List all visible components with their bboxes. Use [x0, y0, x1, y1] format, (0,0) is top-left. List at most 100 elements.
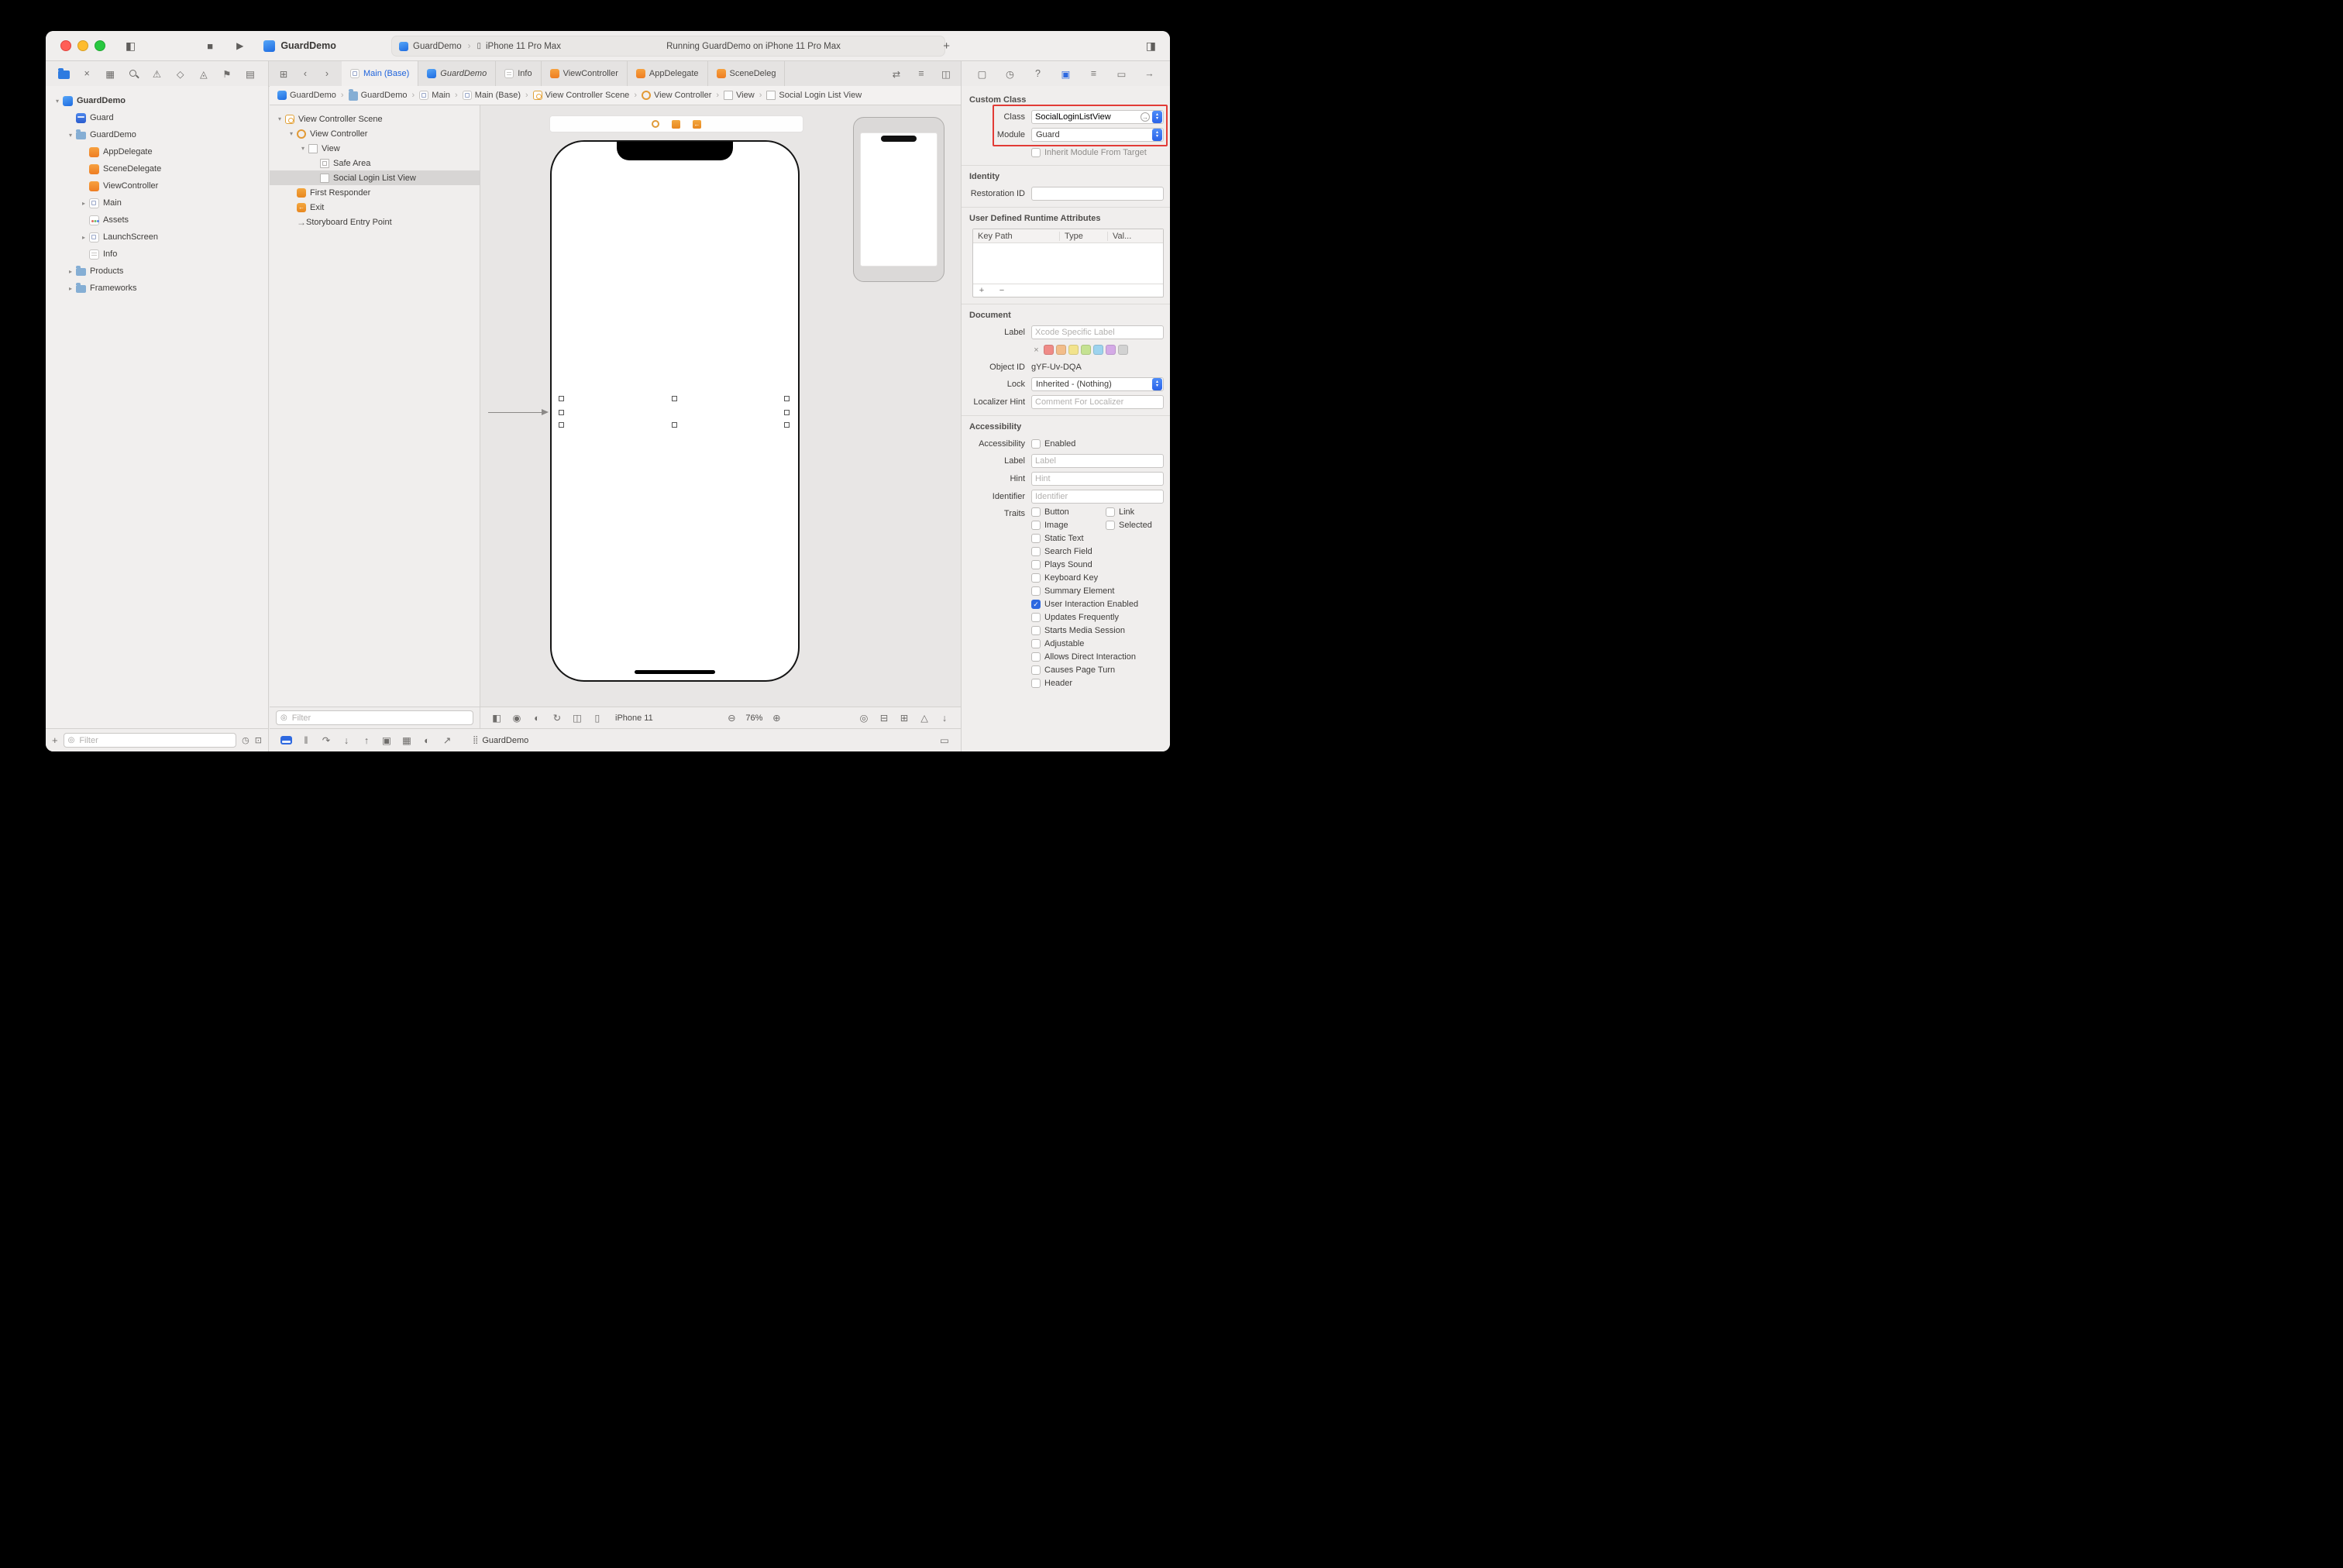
- add-constraints-button[interactable]: △: [916, 710, 933, 726]
- zoom-out-button[interactable]: ⊖: [723, 710, 740, 726]
- tab-guarddemo[interactable]: GuardDemo: [418, 61, 497, 86]
- outline-item-view-controller-scene[interactable]: ▾ View Controller Scene: [270, 112, 480, 126]
- appearance-toggle-button[interactable]: ◐: [528, 710, 545, 726]
- accessibility-identifier-input[interactable]: [1031, 490, 1164, 504]
- trait-link[interactable]: Link: [1106, 507, 1170, 517]
- outline-filter-input[interactable]: [290, 712, 469, 724]
- accessibility-label-input[interactable]: [1031, 454, 1164, 468]
- scheme-name[interactable]: GuardDemo: [413, 42, 462, 51]
- minimize-window-button[interactable]: [77, 40, 88, 51]
- iphone-canvas[interactable]: [550, 140, 800, 682]
- navigator-item-guarddemo[interactable]: ▾ GuardDemo: [46, 126, 268, 143]
- add-attribute-button[interactable]: +: [976, 286, 987, 295]
- show-debug-area-button[interactable]: ▭: [936, 733, 953, 748]
- selection-handle[interactable]: [672, 396, 677, 401]
- scheme-selector[interactable]: GuardDemo › ▯ iPhone 11 Pro Max Running …: [391, 36, 945, 57]
- trait-summary-element[interactable]: Summary Element: [1031, 586, 1114, 596]
- class-dropdown-icon[interactable]: ▴ ▾: [1152, 111, 1162, 123]
- quick-help-inspector-button[interactable]: ?: [1030, 66, 1047, 81]
- selection-handle[interactable]: [559, 396, 564, 401]
- trait-user-interaction-enabled[interactable]: User Interaction Enabled: [1031, 600, 1138, 609]
- label-color-swatch[interactable]: [1044, 345, 1054, 355]
- accessibility-preview-button[interactable]: ◉: [508, 710, 525, 726]
- first-responder-dock-icon[interactable]: [672, 119, 680, 129]
- debug-area-toggle-button[interactable]: [277, 733, 294, 748]
- zoom-window-button[interactable]: [95, 40, 105, 51]
- editor-options-button[interactable]: ≡: [913, 66, 930, 81]
- step-out-button[interactable]: ↑: [358, 733, 375, 748]
- disclosure-icon[interactable]: ▸: [78, 234, 89, 241]
- disclosure-icon[interactable]: ▾: [298, 145, 308, 152]
- trait-checkbox[interactable]: [1031, 560, 1041, 569]
- run-button[interactable]: ▶: [236, 40, 243, 51]
- navigator-item-assets[interactable]: Assets: [46, 211, 268, 229]
- report-navigator-button[interactable]: ▤: [242, 66, 259, 81]
- breadcrumb-item-guarddemo[interactable]: GuardDemo: [348, 89, 408, 101]
- trait-plays-sound[interactable]: Plays Sound: [1031, 560, 1092, 569]
- trait-keyboard-key[interactable]: Keyboard Key: [1031, 573, 1098, 583]
- trait-checkbox[interactable]: [1031, 521, 1041, 530]
- editor-grid-button[interactable]: ⊞: [275, 66, 292, 81]
- remove-attribute-button[interactable]: −: [996, 286, 1007, 295]
- resolve-layout-button[interactable]: ↓: [936, 710, 953, 726]
- trait-button[interactable]: Button: [1031, 507, 1106, 517]
- view-hierarchy-button[interactable]: ▣: [378, 733, 395, 748]
- attr-column-type[interactable]: Type: [1060, 231, 1108, 241]
- accessibility-enabled-checkbox[interactable]: [1031, 438, 1041, 449]
- editor-swap-button[interactable]: ⇄: [888, 66, 905, 81]
- navigator-filter[interactable]: ◎: [63, 733, 237, 748]
- add-editor-button[interactable]: ◫: [938, 66, 955, 81]
- breakpoint-navigator-button[interactable]: ⚑: [218, 66, 236, 81]
- zoom-level[interactable]: 76%: [745, 714, 762, 723]
- navigator-item-guarddemo[interactable]: ▾ GuardDemo: [46, 92, 268, 109]
- outline-filter[interactable]: ◎: [276, 710, 473, 725]
- selection-handle[interactable]: [559, 410, 564, 415]
- navigator-filter-input[interactable]: [77, 734, 232, 746]
- trait-adjustable[interactable]: Adjustable: [1031, 639, 1084, 648]
- outline-item-first-responder[interactable]: First Responder: [270, 185, 480, 200]
- trait-checkbox[interactable]: [1031, 534, 1041, 543]
- test-navigator-button[interactable]: ◇: [172, 66, 189, 81]
- exit-dock-icon[interactable]: ←: [693, 119, 701, 129]
- issue-navigator-button[interactable]: ⚠: [149, 66, 166, 81]
- disclosure-icon[interactable]: ▾: [274, 115, 285, 122]
- tab-info[interactable]: Info: [496, 61, 542, 86]
- navigator-item-guard[interactable]: Guard: [46, 109, 268, 126]
- trait-checkbox[interactable]: [1031, 547, 1041, 556]
- trait-header[interactable]: Header: [1031, 679, 1072, 688]
- navigator-item-main[interactable]: ▸ Main: [46, 194, 268, 211]
- label-color-swatch[interactable]: [1106, 345, 1116, 355]
- debug-navigator-button[interactable]: ◬: [195, 66, 212, 81]
- outline-item-view[interactable]: ▾ View: [270, 141, 480, 156]
- simulate-location-button[interactable]: ↗: [439, 733, 456, 748]
- selection-handle[interactable]: [559, 422, 564, 428]
- outline-item-social-login-list-view[interactable]: Social Login List View: [270, 170, 480, 185]
- trait-causes-page-turn[interactable]: Causes Page Turn: [1031, 665, 1115, 675]
- selection-handle[interactable]: [784, 410, 790, 415]
- trait-checkbox[interactable]: [1031, 639, 1041, 648]
- navigator-item-viewcontroller[interactable]: ViewController: [46, 177, 268, 194]
- trait-checkbox[interactable]: [1031, 586, 1041, 596]
- selection-handle[interactable]: [672, 422, 677, 428]
- recents-filter-button[interactable]: ◷: [242, 735, 249, 745]
- trait-checkbox[interactable]: [1031, 573, 1041, 583]
- attributes-inspector-button[interactable]: ≡: [1085, 66, 1103, 81]
- step-over-button[interactable]: ↷: [318, 733, 335, 748]
- disclosure-icon[interactable]: ▸: [65, 268, 76, 275]
- trait-allows-direct-interaction[interactable]: Allows Direct Interaction: [1031, 652, 1136, 662]
- trait-starts-media-session[interactable]: Starts Media Session: [1031, 626, 1125, 635]
- trait-selected[interactable]: Selected: [1106, 521, 1170, 530]
- canvas-outline-toggle-button[interactable]: ◧: [488, 710, 505, 726]
- find-navigator-button[interactable]: [125, 66, 142, 81]
- view-controller-dock-icon[interactable]: [652, 120, 659, 128]
- lock-popup[interactable]: Inherited - (Nothing) ▴ ▾: [1031, 377, 1164, 391]
- disclosure-icon[interactable]: ▸: [78, 200, 89, 207]
- project-navigator-button[interactable]: [55, 66, 72, 81]
- disclosure-icon[interactable]: ▾: [286, 130, 297, 137]
- new-tab-button[interactable]: +: [943, 40, 950, 53]
- split-preview-button[interactable]: ◫: [569, 710, 586, 726]
- trait-checkbox[interactable]: [1031, 507, 1041, 517]
- selection-handle[interactable]: [784, 422, 790, 428]
- device-label[interactable]: iPhone 11: [615, 714, 653, 723]
- trait-search-field[interactable]: Search Field: [1031, 547, 1092, 556]
